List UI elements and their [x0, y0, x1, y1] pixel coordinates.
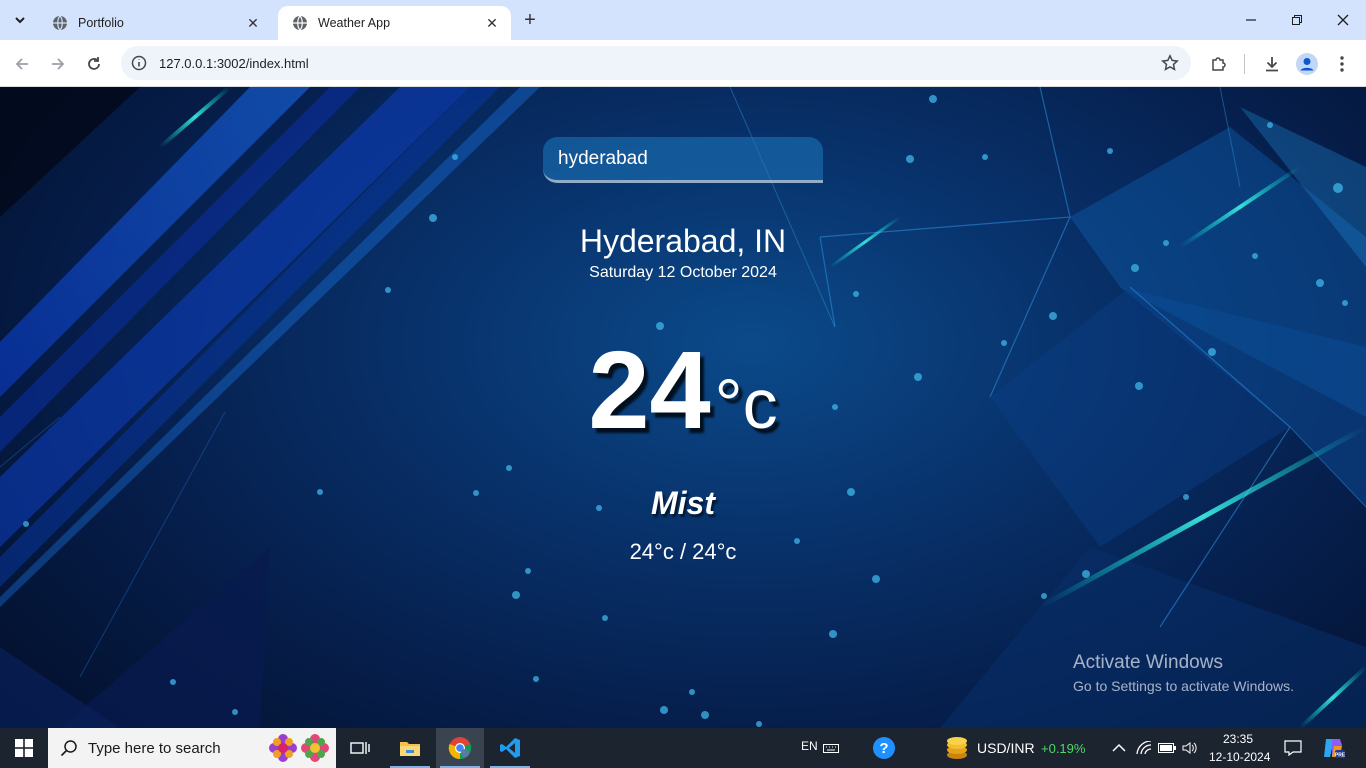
city-name: Hyderabad, IN	[579, 223, 787, 259]
close-window-button[interactable]	[1320, 0, 1366, 40]
toolbar-divider	[1244, 54, 1245, 74]
windows-logo-icon	[15, 739, 33, 757]
more-vertical-icon	[1340, 56, 1344, 72]
language-indicator[interactable]: EN	[801, 739, 818, 753]
flower-icon	[301, 734, 329, 762]
globe-icon	[293, 15, 307, 31]
temperature-unit: °c	[714, 365, 778, 443]
reload-icon	[88, 57, 100, 70]
avatar-icon	[1296, 53, 1318, 75]
tab-weather-app[interactable]: Weather App ✕	[278, 6, 511, 40]
forward-button[interactable]	[44, 50, 72, 78]
battery-icon[interactable]	[1158, 739, 1176, 757]
address-bar[interactable]: 127.0.0.1:3002/index.html	[121, 46, 1191, 80]
downloads-button[interactable]	[1258, 50, 1286, 78]
currency-ticker-change[interactable]: +0.19%	[1041, 741, 1085, 756]
globe-icon	[53, 15, 67, 31]
restore-button[interactable]	[1274, 0, 1320, 40]
temperature-value: 24	[588, 329, 711, 452]
tab-search-button[interactable]	[6, 6, 34, 34]
city-search-input[interactable]: hyderabad	[543, 137, 823, 183]
menu-button[interactable]	[1328, 50, 1356, 78]
close-tab-icon[interactable]: ✕	[483, 14, 501, 32]
extensions-button[interactable]	[1205, 50, 1233, 78]
svg-text:PRE: PRE	[1335, 753, 1345, 759]
download-icon	[1266, 57, 1278, 72]
coins-icon[interactable]	[944, 736, 970, 760]
chrome-icon	[448, 737, 472, 760]
search-placeholder: Type here to search	[88, 739, 221, 757]
task-view-button[interactable]	[336, 728, 384, 768]
windows-taskbar: Type here to search EN ? USD/INR +0.19%	[0, 728, 1366, 768]
svg-text:?: ?	[879, 740, 888, 757]
copilot-icon[interactable]: PRE	[1321, 736, 1345, 760]
profile-button[interactable]	[1293, 50, 1321, 78]
browser-toolbar: 127.0.0.1:3002/index.html	[0, 40, 1366, 87]
tab-title: Portfolio	[78, 16, 124, 30]
notifications-icon[interactable]	[1284, 739, 1302, 757]
vscode-button[interactable]	[486, 728, 534, 768]
minimize-icon	[1246, 19, 1256, 21]
activate-windows-watermark: Activate Windows Go to Settings to activ…	[1073, 652, 1294, 694]
watermark-subtitle: Go to Settings to activate Windows.	[1073, 678, 1294, 694]
arrow-left-icon	[15, 58, 28, 70]
tab-portfolio[interactable]: Portfolio ✕	[38, 6, 272, 40]
minimize-button[interactable]	[1228, 0, 1274, 40]
restore-icon	[1292, 15, 1302, 25]
tab-title: Weather App	[318, 16, 391, 30]
new-tab-button[interactable]: +	[518, 8, 542, 32]
arrow-right-icon	[52, 58, 65, 70]
wifi-icon[interactable]	[1135, 739, 1153, 757]
file-explorer-button[interactable]	[386, 728, 434, 768]
help-icon[interactable]: ?	[872, 736, 896, 760]
search-icon	[60, 740, 77, 757]
bookmark-star-icon[interactable]	[1161, 54, 1179, 72]
temperature-display: 24°c	[0, 327, 1366, 454]
clock-date[interactable]: 12-10-2024	[1209, 750, 1270, 764]
chrome-button[interactable]	[436, 728, 484, 768]
clock-time[interactable]: 23:35	[1223, 732, 1253, 746]
browser-tabstrip: Portfolio ✕ Weather App ✕ +	[0, 0, 1366, 40]
back-button[interactable]	[8, 50, 36, 78]
weather-app-page: hyderabad Hyderabad, IN Saturday 12 Octo…	[0, 87, 1366, 728]
hi-low-temperature: 24°c / 24°c	[629, 539, 737, 564]
folder-icon	[400, 742, 420, 756]
chevron-down-icon	[15, 17, 25, 24]
taskbar-search-box[interactable]: Type here to search	[48, 728, 336, 768]
info-icon[interactable]	[131, 55, 147, 71]
weather-condition: Mist	[651, 485, 715, 521]
keyboard-icon[interactable]	[822, 739, 840, 757]
flower-icon	[269, 734, 297, 762]
close-tab-icon[interactable]: ✕	[244, 14, 262, 32]
vscode-icon	[500, 738, 520, 758]
reload-button[interactable]	[80, 50, 108, 78]
chevron-up-icon[interactable]	[1110, 739, 1128, 757]
watermark-title: Activate Windows	[1073, 652, 1223, 673]
puzzle-icon	[1212, 57, 1226, 71]
volume-icon[interactable]	[1181, 739, 1199, 757]
search-highlight-decoration	[268, 733, 330, 763]
currency-ticker-name[interactable]: USD/INR	[977, 740, 1035, 756]
close-icon	[1337, 14, 1349, 26]
start-button[interactable]	[0, 728, 48, 768]
task-view-icon	[350, 742, 370, 754]
current-date: Saturday 12 October 2024	[589, 264, 777, 281]
url-text[interactable]: 127.0.0.1:3002/index.html	[159, 56, 309, 71]
